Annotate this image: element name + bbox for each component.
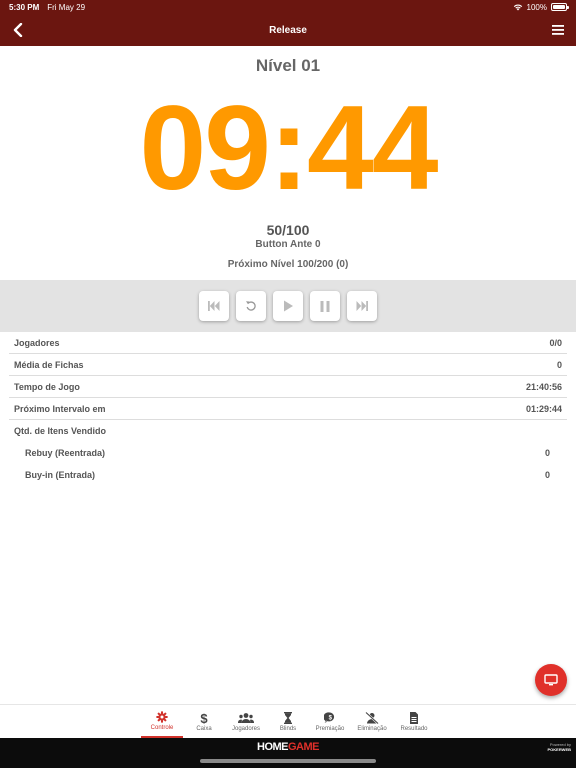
stat-value: 0 (556, 359, 562, 370)
tab-label: Jogadores (231, 725, 261, 732)
tab-label: Controle (150, 724, 174, 731)
nav-bar: Release (0, 14, 576, 46)
tab-label: Resultado (400, 725, 428, 732)
stat-value: 0 (544, 448, 550, 458)
prize-icon: $ (324, 711, 335, 723)
powered-by: Powered by POKERWEB (548, 742, 571, 752)
svg-text:$: $ (200, 712, 208, 724)
status-right: 100% (513, 2, 569, 12)
level-title: Nível 01 (255, 56, 321, 75)
tab-eliminacao[interactable]: Eliminação (351, 705, 393, 738)
stat-label: Rebuy (Reentrada) (25, 448, 106, 458)
restart-icon (246, 301, 256, 311)
play-button[interactable] (273, 291, 303, 321)
tab-blinds[interactable]: Blinds (267, 705, 309, 738)
stat-value: 01:29:44 (525, 403, 562, 414)
next-level-button[interactable] (347, 291, 377, 321)
chevron-left-icon (13, 23, 23, 37)
stat-row-rebuy: Rebuy (Reentrada) 0 (9, 442, 567, 464)
stat-row-game-time: Tempo de Jogo 21:40:56 (9, 376, 567, 398)
tab-controle[interactable]: Controle (141, 705, 183, 738)
battery-icon (551, 3, 569, 11)
hamburger-menu-icon (552, 25, 564, 35)
battery-fill (553, 5, 565, 9)
homegame-logo: HOMEGAME (0, 741, 576, 753)
wifi-icon (513, 4, 522, 11)
monitor-icon (544, 674, 558, 686)
stat-label: Tempo de Jogo (14, 381, 80, 392)
previous-level-button[interactable] (199, 291, 229, 321)
stat-value: 0/0 (549, 337, 562, 348)
stat-row-buyin: Buy-in (Entrada) 0 (9, 464, 567, 486)
users-icon (238, 712, 254, 723)
powered-by-brand: POKERWEB (547, 747, 571, 752)
battery-percent: 100% (526, 2, 547, 12)
stat-label: Jogadores (14, 337, 60, 348)
logo-text-home: HOME (257, 741, 289, 753)
menu-button[interactable] (548, 20, 568, 40)
tab-caixa[interactable]: $ Caixa (183, 705, 225, 738)
stat-value: 0 (544, 470, 550, 480)
blinds-value: 50/100 (266, 222, 310, 238)
bottom-tab-bar: Controle $ Caixa Jogadores Blinds $ Prem… (0, 704, 576, 738)
skip-forward-icon (356, 301, 368, 311)
stat-row-next-break: Próximo Intervalo em 01:29:44 (9, 398, 567, 420)
skip-back-icon (208, 301, 220, 311)
stat-label: Qtd. de Itens Vendido (14, 426, 107, 436)
stat-value: 21:40:56 (525, 381, 562, 392)
tab-jogadores[interactable]: Jogadores (225, 705, 267, 738)
tab-resultado[interactable]: Resultado (393, 705, 435, 738)
timer-controls (0, 280, 576, 332)
stat-row-players: Jogadores 0/0 (9, 332, 567, 354)
user-slash-icon (365, 711, 379, 724)
document-icon (410, 711, 418, 724)
ante-value: Button Ante 0 (255, 239, 321, 250)
level-timer: 09:44 (139, 81, 439, 215)
pause-button[interactable] (310, 291, 340, 321)
tab-premiacao[interactable]: $ Premiação (309, 705, 351, 738)
tab-label: Blinds (279, 725, 297, 732)
home-indicator[interactable] (200, 759, 376, 763)
stat-row-items-sold: Qtd. de Itens Vendido (9, 420, 567, 442)
hourglass-icon (284, 711, 292, 724)
logo-text-game: GAME (288, 741, 320, 753)
back-button[interactable] (8, 20, 28, 40)
tab-label: Premiação (315, 725, 345, 732)
status-time: 5:30 PM (9, 2, 40, 12)
tab-label: Caixa (196, 725, 212, 732)
page-title: Release (269, 24, 307, 36)
status-bar: 5:30 PM Fri May 29 100% (0, 0, 576, 14)
play-icon (284, 300, 293, 312)
tab-label: Eliminação (357, 725, 387, 732)
stat-label: Próximo Intervalo em (14, 403, 106, 414)
brand-footer: HOMEGAME Powered by POKERWEB (0, 738, 576, 768)
stat-label: Buy-in (Entrada) (25, 470, 96, 480)
gear-icon (156, 710, 168, 723)
display-mode-button[interactable] (535, 664, 567, 696)
stats-list: Jogadores 0/0 Média de Fichas 0 Tempo de… (9, 332, 567, 486)
status-date: Fri May 29 (47, 2, 86, 12)
stat-row-avg-chips: Média de Fichas 0 (9, 354, 567, 376)
next-level-value: Próximo Nível 100/200 (0) (227, 259, 349, 270)
restart-button[interactable] (236, 291, 266, 321)
dollar-icon: $ (200, 712, 208, 724)
pause-icon (320, 300, 330, 312)
stat-label: Média de Fichas (14, 359, 84, 370)
